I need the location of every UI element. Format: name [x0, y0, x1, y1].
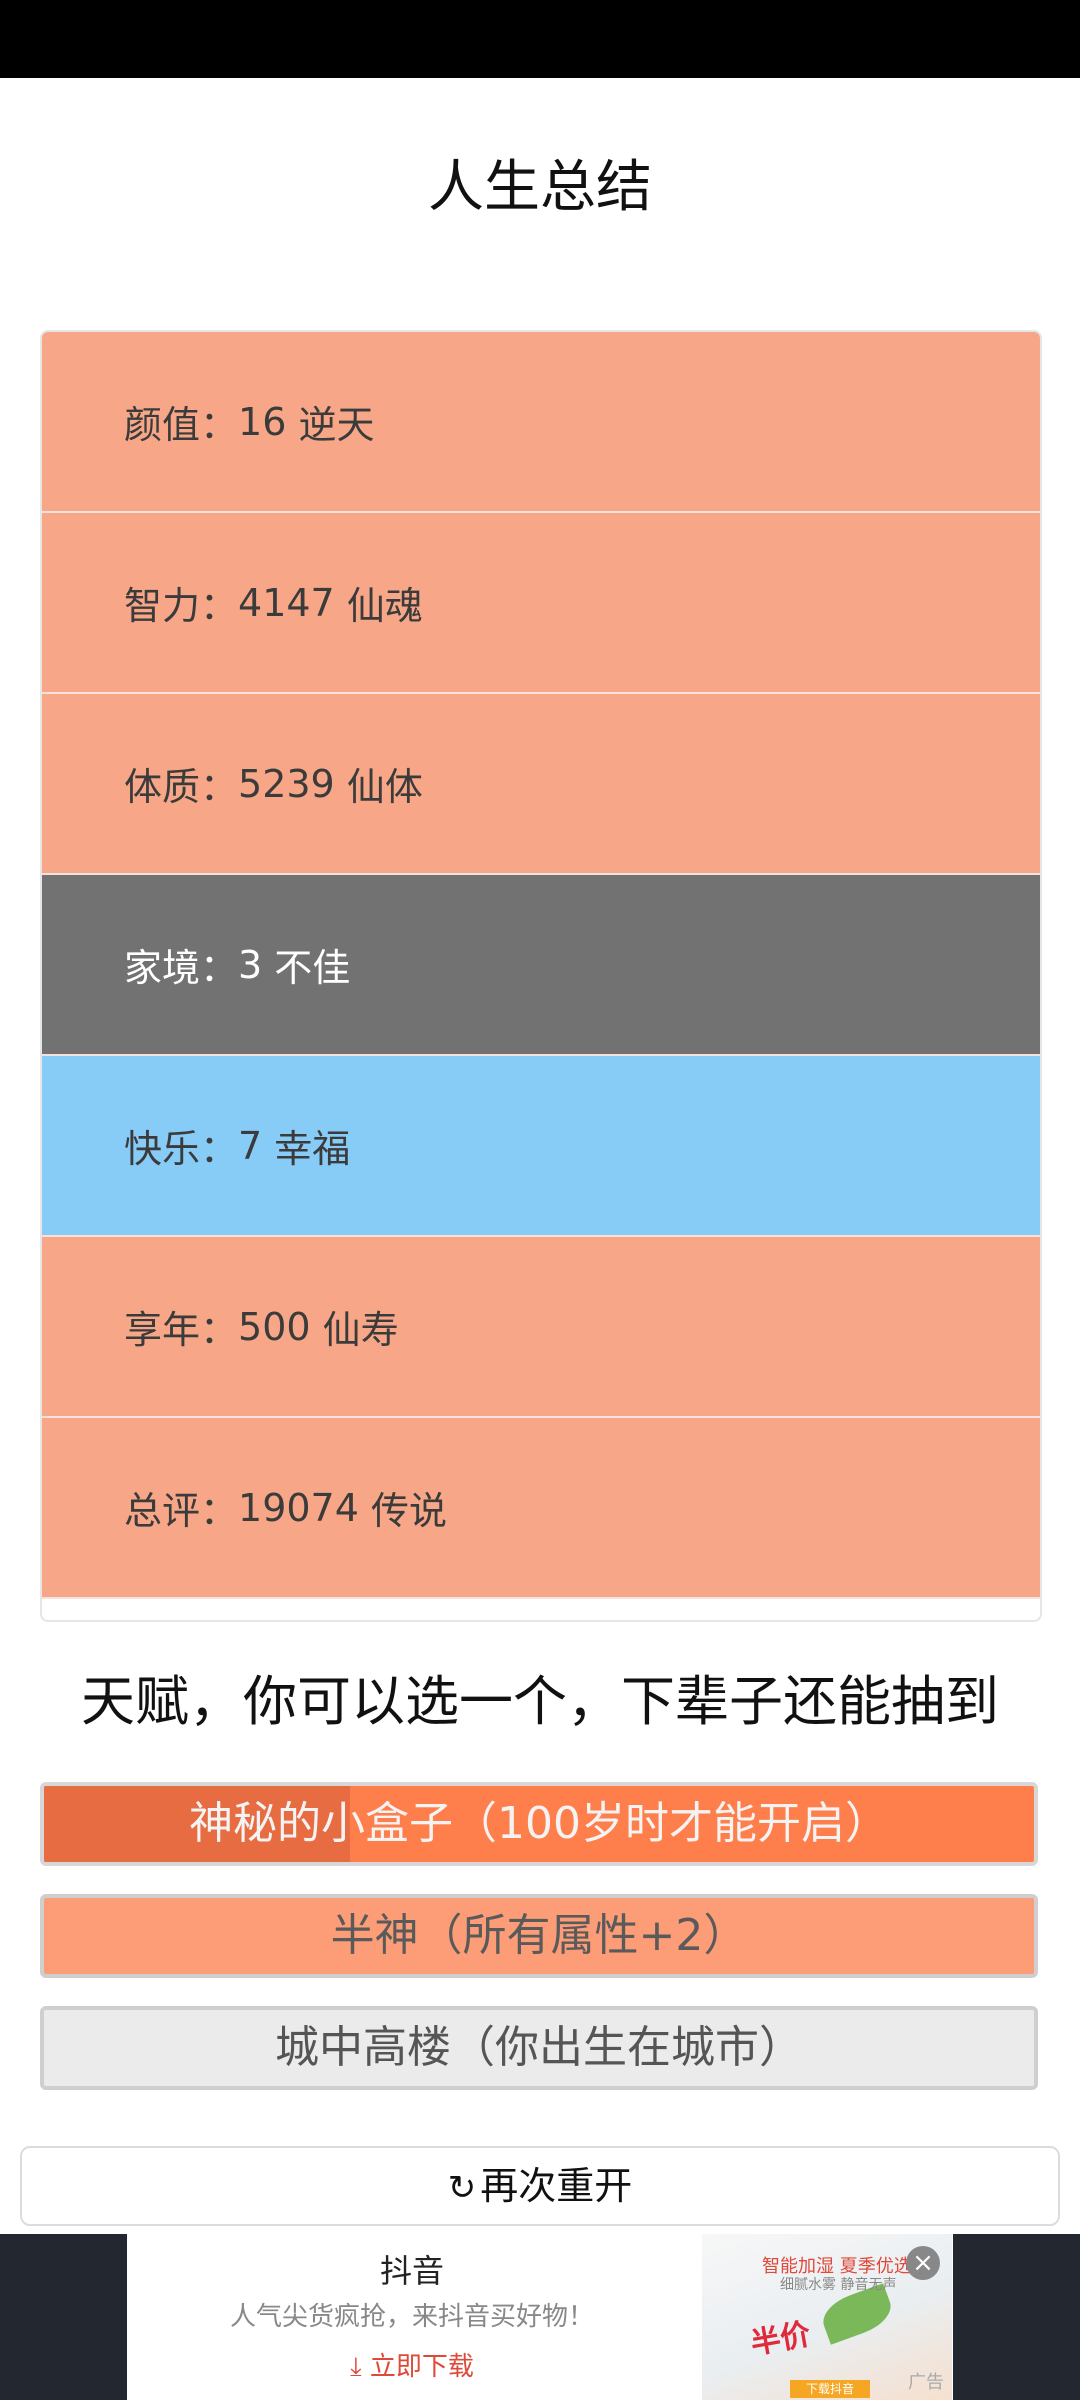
- ad-image-button: 下载抖音: [790, 2380, 870, 2398]
- stat-rank: 不佳: [274, 946, 351, 990]
- stat-label: 享年：: [124, 1308, 239, 1352]
- ad-title: 抖音: [379, 2252, 444, 2290]
- stat-rank: 幸福: [274, 1127, 351, 1171]
- stat-label: 家境：: [124, 946, 239, 990]
- stat-value: 16: [238, 399, 287, 444]
- stat-row-overall: 总评： 19074 传说: [42, 1418, 1040, 1599]
- ad-banner[interactable]: 抖音 人气尖货疯抢，来抖音买好物！ ⤓ 立即下载 智能加湿 夏季优选 细腻水雾 …: [127, 2234, 953, 2400]
- ad-download-link[interactable]: ⤓ 立即下载: [127, 2346, 697, 2383]
- page-title: 人生总结: [428, 155, 652, 220]
- talent-heading: 天赋，你可以选一个，下辈子还能抽到: [81, 1670, 999, 1733]
- talent-option-mystery-box[interactable]: 神秘的小盒子（100岁时才能开启）: [40, 1782, 1038, 1866]
- stat-rank: 传说: [371, 1489, 448, 1533]
- refresh-icon: ↻: [447, 2168, 477, 2208]
- talent-option-city-tower[interactable]: 城中高楼（你出生在城市）: [40, 2006, 1038, 2090]
- restart-label: 再次重开: [480, 2164, 633, 2208]
- talent-label: 城中高楼（你出生在城市）: [275, 2022, 803, 2073]
- stat-value: 4147: [238, 580, 335, 625]
- stat-rank: 仙体: [346, 765, 423, 809]
- stat-row-family: 家境： 3 不佳: [42, 875, 1040, 1056]
- close-icon[interactable]: ×: [906, 2246, 940, 2280]
- stats-panel: 颜值： 16 逆天 智力： 4147 仙魂 体质： 5239 仙体 家境： 3 不佳 快…: [40, 330, 1042, 1622]
- ad-image[interactable]: 智能加湿 夏季优选 细腻水雾 静音无声 半价 下载抖音 × 广告: [702, 2234, 952, 2400]
- stat-row-appearance: 颜值： 16 逆天: [42, 332, 1040, 513]
- stat-value: 7: [238, 1123, 263, 1168]
- status-bar: [0, 0, 1080, 78]
- restart-button[interactable]: ↻ 再次重开: [20, 2146, 1060, 2226]
- ad-label: 广告: [908, 2372, 944, 2393]
- stat-value: 3: [238, 942, 263, 987]
- stat-rank: 仙寿: [322, 1308, 399, 1352]
- stat-row-lifespan: 享年： 500 仙寿: [42, 1237, 1040, 1418]
- stat-value: 19074: [238, 1485, 359, 1530]
- stat-row-intelligence: 智力： 4147 仙魂: [42, 513, 1040, 694]
- stat-label: 总评：: [124, 1489, 239, 1533]
- talent-label: 神秘的小盒子（100岁时才能开启）: [189, 1798, 889, 1849]
- stat-row-constitution: 体质： 5239 仙体: [42, 694, 1040, 875]
- stat-value: 5239: [238, 761, 335, 806]
- talent-label: 半神（所有属性+2）: [330, 1910, 748, 1961]
- stat-rank: 仙魂: [346, 584, 423, 628]
- ad-image-subtitle: 细腻水雾 静音无声: [780, 2277, 897, 2293]
- stat-label: 智力：: [124, 584, 239, 628]
- download-icon: ⤓: [350, 2352, 362, 2382]
- ad-description: 人气尖货疯抢，来抖音买好物！: [229, 2302, 594, 2332]
- talent-option-demigod[interactable]: 半神（所有属性+2）: [40, 1894, 1038, 1978]
- ad-image-big-text: 半价: [748, 2317, 814, 2362]
- stat-label: 颜值：: [124, 403, 239, 447]
- stat-rank: 逆天: [298, 403, 375, 447]
- stat-label: 快乐：: [124, 1127, 239, 1171]
- stat-label: 体质：: [124, 765, 239, 809]
- stat-value: 500: [238, 1304, 311, 1349]
- stat-row-happiness: 快乐： 7 幸福: [42, 1056, 1040, 1237]
- ad-cta-label: 立即下载: [369, 2352, 474, 2382]
